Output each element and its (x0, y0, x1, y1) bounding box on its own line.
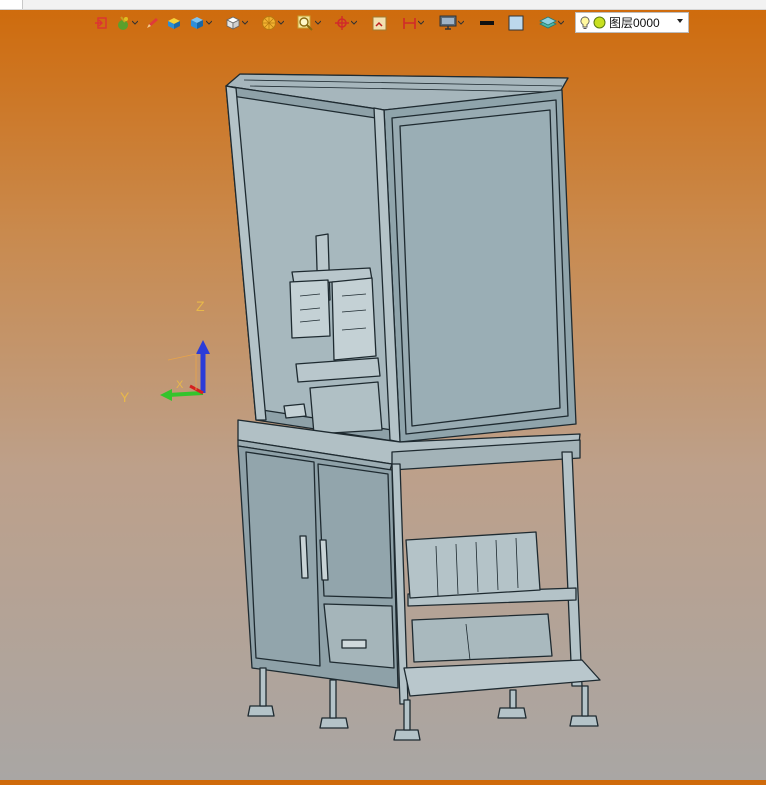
lightbulb-icon (580, 16, 590, 29)
layer-color-dot-icon (593, 16, 606, 29)
z-axis-arrow-icon (196, 340, 210, 354)
solid-shaded-button[interactable] (164, 13, 184, 33)
exit-sketch-icon (95, 17, 107, 29)
white-cube-view-icon (226, 16, 240, 30)
zoom-magnifier-icon (297, 15, 313, 31)
sketch-paint-icon (118, 16, 128, 30)
axis-triad (160, 340, 210, 401)
pencil-icon (147, 18, 158, 28)
y-axis-arrow-icon (160, 389, 172, 401)
layer-name: 图层0000 (609, 16, 660, 30)
chevron-down-icon (278, 20, 284, 25)
machine-model[interactable] (0, 36, 766, 780)
chevron-down-icon (132, 20, 138, 25)
line-style-button[interactable] (477, 13, 497, 33)
measure-bracket-icon (403, 17, 416, 29)
layer-stack-icon (539, 16, 557, 29)
chevron-down-icon (206, 20, 212, 25)
chevron-down-icon (458, 20, 464, 25)
exit-sketch-button[interactable] (92, 13, 110, 33)
chevron-down-icon (351, 20, 357, 25)
chevron-down-icon (242, 20, 248, 25)
chevron-down-icon (315, 20, 321, 25)
blue-cube-button[interactable] (187, 13, 214, 33)
rotate-origin-icon (335, 16, 349, 30)
display-mode-button[interactable] (259, 13, 286, 33)
window-top-strip (0, 0, 766, 10)
blue-cube-icon (191, 17, 203, 29)
monitor-display-button[interactable] (437, 13, 466, 33)
layer-dropdown[interactable]: 图层0000 (575, 12, 689, 33)
rotate-origin-button[interactable] (332, 13, 359, 33)
axis-label-y: Y (120, 389, 130, 405)
pencil-button[interactable] (143, 13, 161, 33)
zoom-button[interactable] (295, 13, 323, 33)
section-view-button[interactable] (370, 13, 389, 33)
white-cube-view-button[interactable] (223, 13, 250, 33)
sketch-paint-button[interactable] (113, 13, 140, 33)
fill-color-button[interactable] (506, 13, 526, 33)
solid-shaded-icon (168, 18, 180, 29)
display-mode-icon (262, 16, 276, 30)
fill-color-icon (508, 15, 524, 31)
chevron-down-icon (558, 20, 564, 25)
chevron-down-icon (418, 20, 424, 25)
line-style-icon (480, 21, 494, 25)
view-toolbar (92, 12, 566, 34)
3d-viewport[interactable]: Z Y X (0, 36, 766, 780)
y-axis (167, 391, 204, 397)
section-view-icon (372, 16, 387, 30)
measure-button[interactable] (400, 13, 426, 33)
axis-label-z: Z (196, 298, 205, 314)
monitor-display-icon (439, 15, 457, 30)
layer-stack-button[interactable] (537, 13, 566, 33)
chevron-down-icon (677, 19, 683, 23)
window-tab[interactable] (0, 0, 23, 9)
axis-label-x: X (176, 379, 184, 391)
